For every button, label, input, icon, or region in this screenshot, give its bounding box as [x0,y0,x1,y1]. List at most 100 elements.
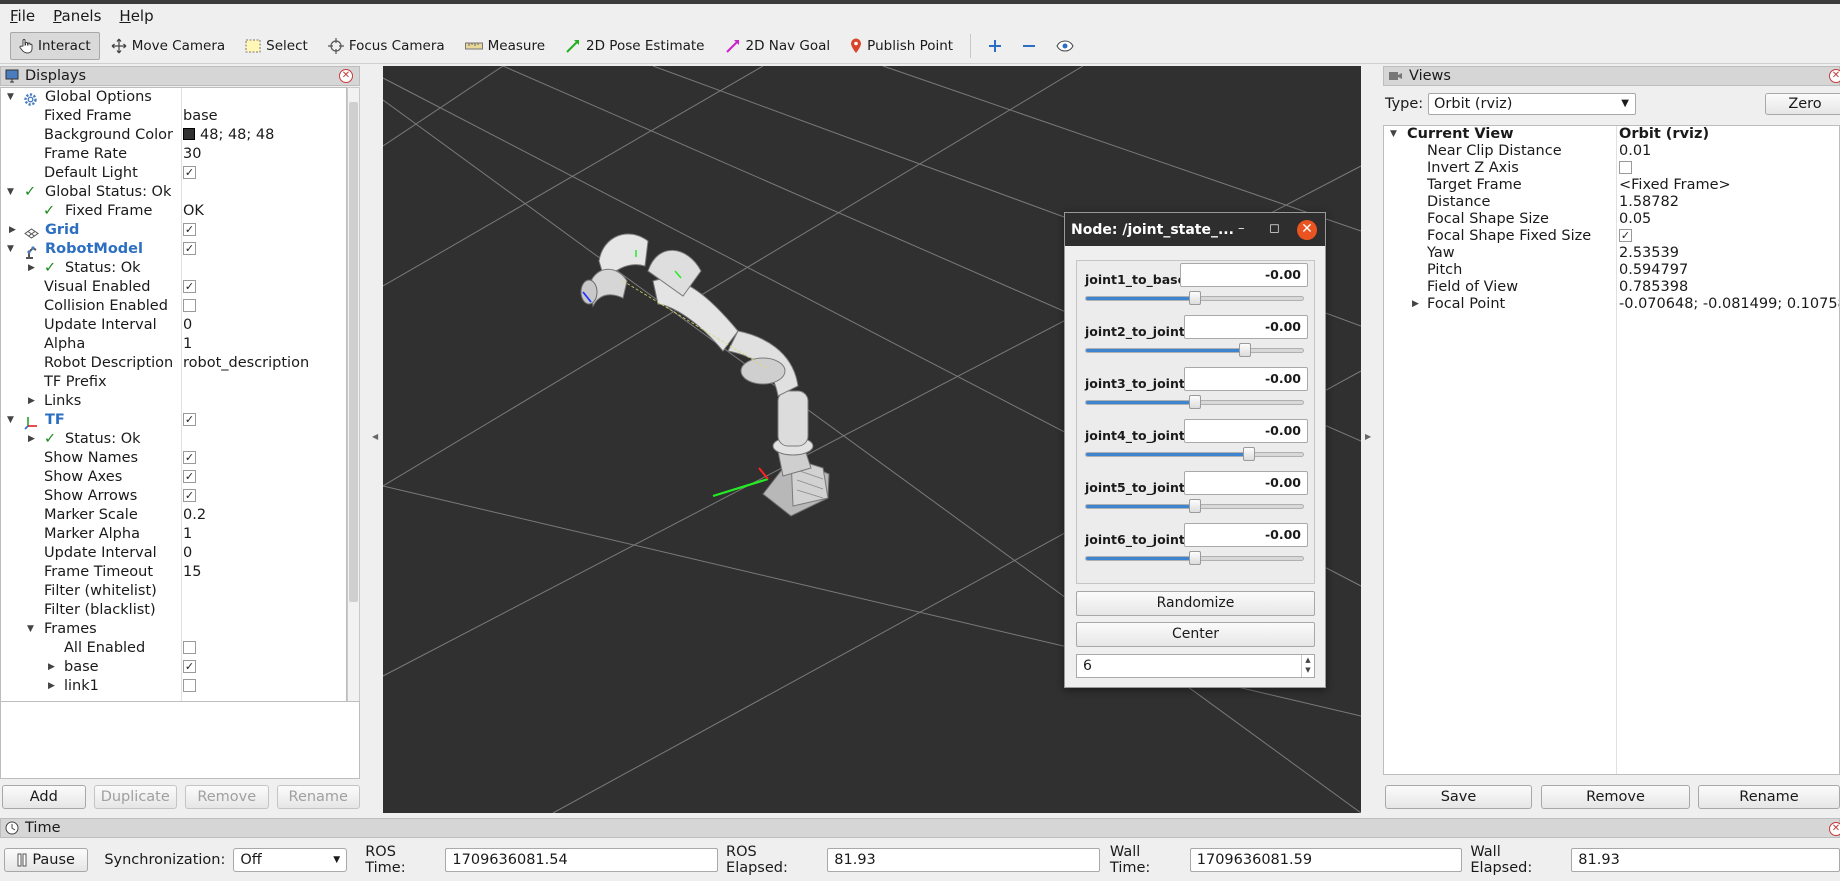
tree-row-robot-description[interactable]: Robot Description robot_description [1,354,346,373]
view-row-focal-shape-fixed[interactable]: Focal Shape Fixed Size ✓ [1384,228,1839,245]
tree-row-tf-status[interactable]: ▶ ✓ Status: Ok [1,430,346,449]
collapsed-arrow-icon[interactable]: ▶ [28,430,35,449]
checkbox-checked[interactable]: ✓ [183,469,196,483]
spin-arrows-icon[interactable]: ▲ ▼ [1301,655,1314,677]
joint-window-titlebar[interactable]: Node: /joint_state_... – ◻ ✕ [1065,213,1325,246]
joint-count-spinbox[interactable]: 6 ▲ ▼ [1076,654,1315,678]
tree-row-show-names[interactable]: Show Names ✓ [1,449,346,468]
tree-row-grid[interactable]: ▶ Grid ✓ [1,221,346,240]
collapse-right-arrow-icon[interactable]: ▶ [1365,432,1371,441]
collapsed-arrow-icon[interactable]: ▶ [28,392,35,411]
expanded-arrow-icon[interactable]: ▼ [7,183,14,202]
view-row-current-view[interactable]: ▼ Current View Orbit (rviz) [1384,126,1839,143]
tree-row-frame-rate[interactable]: Frame Rate 30 [1,145,346,164]
close-icon[interactable]: ✕ [339,69,353,83]
maximize-icon[interactable]: ◻ [1269,221,1280,236]
view-row-focal-point[interactable]: ▶ Focal Point -0.070648; -0.081499; 0.10… [1384,296,1839,313]
tree-row-all-enabled[interactable]: All Enabled [1,639,346,658]
checkbox-unchecked[interactable] [183,640,196,654]
menu-panels[interactable]: Panels [53,7,101,25]
tree-row-frame-timeout[interactable]: Frame Timeout 15 [1,563,346,582]
wall-time-field[interactable]: 1709636081.59 [1189,848,1463,872]
tree-row-global-options[interactable]: ▼ Global Options [1,88,346,107]
tree-row-default-light[interactable]: Default Light ✓ [1,164,346,183]
add-display-button[interactable]: Add [2,785,86,809]
view-row-pitch[interactable]: Pitch 0.594797 [1384,262,1839,279]
wall-elapsed-field[interactable]: 81.93 [1571,848,1840,872]
joint-slider[interactable] [1085,291,1304,305]
synchronization-select[interactable]: Off ▼ [233,848,348,872]
scrollbar-thumb[interactable] [349,102,358,602]
ros-elapsed-field[interactable]: 81.93 [827,848,1100,872]
view-row-yaw[interactable]: Yaw 2.53539 [1384,245,1839,262]
tree-row-fixed-frame[interactable]: Fixed Frame base [1,107,346,126]
rename-display-button[interactable]: Rename [276,785,360,809]
joint-slider[interactable] [1085,499,1304,513]
expanded-arrow-icon[interactable]: ▼ [7,88,14,107]
save-view-button[interactable]: Save [1385,785,1532,809]
remove-view-button[interactable]: Remove [1541,785,1690,809]
menu-help[interactable]: Help [119,7,153,25]
tool-properties-button[interactable] [1047,32,1083,60]
rename-view-button[interactable]: Rename [1698,785,1840,809]
checkbox-checked[interactable]: ✓ [183,165,196,179]
collapsed-arrow-icon[interactable]: ▶ [28,259,35,278]
checkbox-checked[interactable]: ✓ [183,488,196,502]
tree-row-filter-blacklist[interactable]: Filter (blacklist) [1,601,346,620]
joint-value-field[interactable]: -0.00 [1184,523,1308,547]
view-row-fov[interactable]: Field of View 0.785398 [1384,279,1839,296]
joint-slider[interactable] [1085,343,1304,357]
tree-row-update-interval[interactable]: Update Interval 0 [1,316,346,335]
randomize-button[interactable]: Randomize [1076,591,1315,616]
right-splitter[interactable]: ▶ [1361,66,1381,813]
view-row-focal-shape-size[interactable]: Focal Shape Size 0.05 [1384,211,1839,228]
slider-handle[interactable] [1243,447,1255,461]
tree-row-marker-alpha[interactable]: Marker Alpha 1 [1,525,346,544]
tree-row-marker-scale[interactable]: Marker Scale 0.2 [1,506,346,525]
tree-row-robot-status[interactable]: ▶ ✓ Status: Ok [1,259,346,278]
collapsed-arrow-icon[interactable]: ▶ [48,677,55,696]
tree-row-links[interactable]: ▶ Links [1,392,346,411]
collapsed-arrow-icon[interactable]: ▶ [9,221,16,240]
tree-row-show-arrows[interactable]: Show Arrows ✓ [1,487,346,506]
joint-slider[interactable] [1085,551,1304,565]
collapse-left-arrow-icon[interactable]: ◀ [372,432,378,441]
checkbox-unchecked[interactable] [183,678,196,692]
tree-row-robot-model[interactable]: ▼ RobotModel ✓ [1,240,346,259]
joint-value-field[interactable]: -0.00 [1184,419,1308,443]
minimize-icon[interactable]: – [1238,221,1245,236]
joint-slider[interactable] [1085,447,1304,461]
remove-display-button[interactable]: Remove [185,785,269,809]
interact-tool-button[interactable]: Interact [10,31,100,60]
displays-scrollbar[interactable] [347,87,360,760]
move-camera-tool-button[interactable]: Move Camera [102,32,234,60]
checkbox-unchecked[interactable] [183,298,196,312]
checkbox-checked[interactable]: ✓ [183,659,196,673]
tree-row-frame-link1[interactable]: ▶ link1 [1,677,346,696]
checkbox-checked[interactable]: ✓ [183,279,196,293]
expanded-arrow-icon[interactable]: ▼ [7,240,14,259]
joint-value-field[interactable]: -0.00 [1184,471,1308,495]
focus-camera-tool-button[interactable]: Focus Camera [319,32,454,60]
collapsed-arrow-icon[interactable]: ▶ [48,658,55,677]
checkbox-checked[interactable]: ✓ [183,241,196,255]
joint-value-field[interactable]: -0.00 [1184,367,1308,391]
tree-row-collision-enabled[interactable]: Collision Enabled [1,297,346,316]
checkbox-checked[interactable]: ✓ [1619,228,1632,242]
pose-estimate-tool-button[interactable]: 2D Pose Estimate [556,32,713,60]
measure-tool-button[interactable]: Measure [456,32,554,60]
tree-row-fixed-frame-status[interactable]: ✓ Fixed Frame OK [1,202,346,221]
left-splitter[interactable]: ◀ [362,66,382,813]
tree-row-visual-enabled[interactable]: Visual Enabled ✓ [1,278,346,297]
checkbox-checked[interactable]: ✓ [183,412,196,426]
slider-handle[interactable] [1189,551,1201,565]
slider-handle[interactable] [1189,499,1201,513]
tree-row-filter-whitelist[interactable]: Filter (whitelist) [1,582,346,601]
view-row-near-clip[interactable]: Near Clip Distance 0.01 [1384,143,1839,160]
add-tool-button[interactable] [979,32,1011,60]
joint-slider[interactable] [1085,395,1304,409]
zero-view-button[interactable]: Zero [1765,93,1840,115]
pause-button[interactable]: Pause [4,848,89,872]
tree-row-tf[interactable]: ▼ TF ✓ [1,411,346,430]
close-icon[interactable]: ✕ [1829,822,1840,836]
